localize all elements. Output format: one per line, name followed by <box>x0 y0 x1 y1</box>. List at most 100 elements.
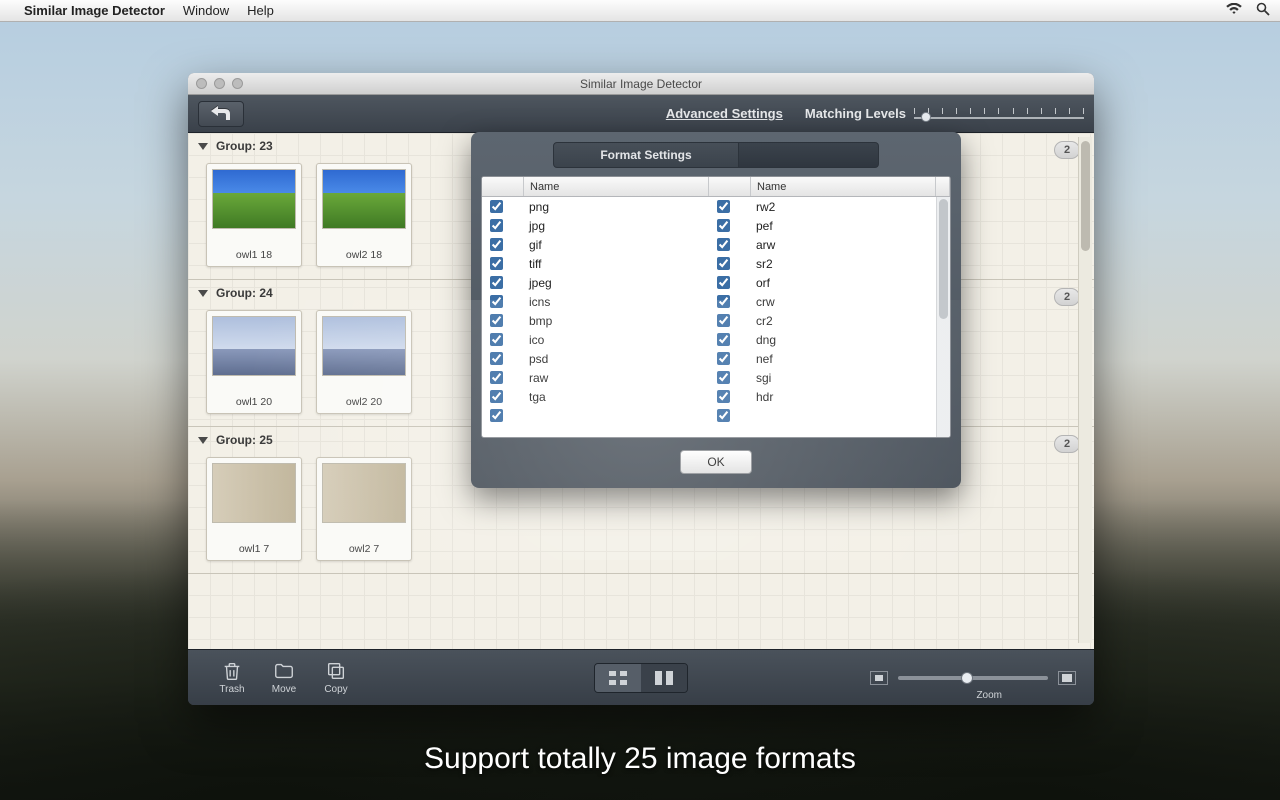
format-row[interactable]: sgi <box>709 368 936 387</box>
format-checkbox[interactable] <box>717 409 730 422</box>
format-row[interactable]: raw <box>482 368 709 387</box>
view-mode-segmented[interactable] <box>594 663 688 693</box>
format-checkbox[interactable] <box>490 238 503 251</box>
thumbnail-card[interactable]: owl2 7 <box>316 457 412 561</box>
format-row[interactable] <box>482 406 709 425</box>
format-row[interactable]: hdr <box>709 387 936 406</box>
compare-view-button[interactable] <box>641 664 687 692</box>
format-settings-tab[interactable]: Format Settings <box>553 142 738 168</box>
format-name: orf <box>756 276 770 290</box>
format-row[interactable]: jpeg <box>482 273 709 292</box>
menubar-item-window[interactable]: Window <box>183 3 229 18</box>
menubar-app-name[interactable]: Similar Image Detector <box>24 3 165 18</box>
thumbnail-card[interactable]: owl2 20 <box>316 310 412 414</box>
format-row[interactable]: nef <box>709 349 936 368</box>
format-row[interactable]: sr2 <box>709 254 936 273</box>
format-checkbox[interactable] <box>490 409 503 422</box>
format-checkbox[interactable] <box>490 257 503 270</box>
vertical-scrollbar[interactable] <box>1078 137 1092 643</box>
ok-button[interactable]: OK <box>680 450 752 474</box>
menubar-item-help[interactable]: Help <box>247 3 274 18</box>
format-row[interactable]: dng <box>709 330 936 349</box>
format-checkbox[interactable] <box>717 314 730 327</box>
format-checkbox[interactable] <box>717 219 730 232</box>
popover-tabs: Format Settings <box>471 132 961 176</box>
group-name: Group: 23 <box>216 139 273 153</box>
format-checkbox[interactable] <box>490 371 503 384</box>
format-row[interactable] <box>709 406 936 425</box>
format-checkbox[interactable] <box>490 352 503 365</box>
format-row[interactable]: ico <box>482 330 709 349</box>
zoom-out-button[interactable] <box>870 671 888 685</box>
wifi-icon[interactable] <box>1226 2 1242 19</box>
titlebar[interactable]: Similar Image Detector <box>188 73 1094 95</box>
format-row[interactable]: crw <box>709 292 936 311</box>
zoom-in-button[interactable] <box>1058 671 1076 685</box>
format-name: crw <box>756 295 775 309</box>
back-button[interactable] <box>198 101 244 127</box>
move-button[interactable]: Move <box>258 660 310 695</box>
disclosure-triangle-icon[interactable] <box>198 143 208 150</box>
format-row[interactable]: orf <box>709 273 936 292</box>
format-checkbox[interactable] <box>490 276 503 289</box>
disclosure-triangle-icon[interactable] <box>198 437 208 444</box>
format-checkbox[interactable] <box>490 333 503 346</box>
trash-button[interactable]: Trash <box>206 660 258 695</box>
table-scrollbar-handle[interactable] <box>939 199 948 319</box>
slider-thumb[interactable] <box>921 112 931 122</box>
matching-levels-slider[interactable] <box>914 105 1084 123</box>
disclosure-triangle-icon[interactable] <box>198 290 208 297</box>
table-scrollbar[interactable] <box>936 197 950 437</box>
format-row[interactable]: pef <box>709 216 936 235</box>
grid-view-button[interactable] <box>595 664 641 692</box>
matching-levels-label: Matching Levels <box>805 106 906 121</box>
group-name: Group: 25 <box>216 433 273 447</box>
empty-tab[interactable] <box>739 142 879 168</box>
copy-button[interactable]: Copy <box>310 660 362 695</box>
format-checkbox[interactable] <box>717 352 730 365</box>
small-thumb-icon <box>874 674 884 682</box>
format-checkbox[interactable] <box>490 219 503 232</box>
format-row[interactable]: jpg <box>482 216 709 235</box>
traffic-lights[interactable] <box>196 78 243 89</box>
header-name-right[interactable]: Name <box>751 177 936 196</box>
format-checkbox[interactable] <box>717 257 730 270</box>
format-row[interactable]: psd <box>482 349 709 368</box>
format-row[interactable]: arw <box>709 235 936 254</box>
spotlight-icon[interactable] <box>1256 2 1270 19</box>
header-checkbox-col-2[interactable] <box>709 177 751 196</box>
format-checkbox[interactable] <box>717 276 730 289</box>
format-checkbox[interactable] <box>717 200 730 213</box>
zoom-slider[interactable] <box>898 676 1048 680</box>
thumbnail-card[interactable]: owl1 7 <box>206 457 302 561</box>
scrollbar-handle[interactable] <box>1081 141 1090 251</box>
format-row[interactable]: icns <box>482 292 709 311</box>
copy-icon <box>325 660 347 682</box>
format-row[interactable]: cr2 <box>709 311 936 330</box>
thumbnail-card[interactable]: owl1 18 <box>206 163 302 267</box>
format-checkbox[interactable] <box>490 295 503 308</box>
zoom-thumb[interactable] <box>961 672 973 684</box>
format-row[interactable]: bmp <box>482 311 709 330</box>
format-checkbox[interactable] <box>717 238 730 251</box>
format-checkbox[interactable] <box>490 314 503 327</box>
format-row[interactable]: rw2 <box>709 197 936 216</box>
format-name: nef <box>756 352 773 366</box>
format-checkbox[interactable] <box>490 390 503 403</box>
thumbnail-card[interactable]: owl1 20 <box>206 310 302 414</box>
header-checkbox-col[interactable] <box>482 177 524 196</box>
format-row[interactable]: png <box>482 197 709 216</box>
format-column-right: rw2pefarwsr2 orf crw cr2dng nef sgihdr <box>709 197 936 437</box>
format-checkbox[interactable] <box>717 295 730 308</box>
format-row[interactable]: tga <box>482 387 709 406</box>
advanced-settings-link[interactable]: Advanced Settings <box>666 106 783 121</box>
format-checkbox[interactable] <box>490 200 503 213</box>
format-settings-popover: Format Settings Name Name pngjpggiftiffj… <box>471 132 961 488</box>
format-checkbox[interactable] <box>717 333 730 346</box>
format-row[interactable]: gif <box>482 235 709 254</box>
format-checkbox[interactable] <box>717 371 730 384</box>
thumbnail-card[interactable]: owl2 18 <box>316 163 412 267</box>
format-checkbox[interactable] <box>717 390 730 403</box>
format-row[interactable]: tiff <box>482 254 709 273</box>
header-name-left[interactable]: Name <box>524 177 709 196</box>
